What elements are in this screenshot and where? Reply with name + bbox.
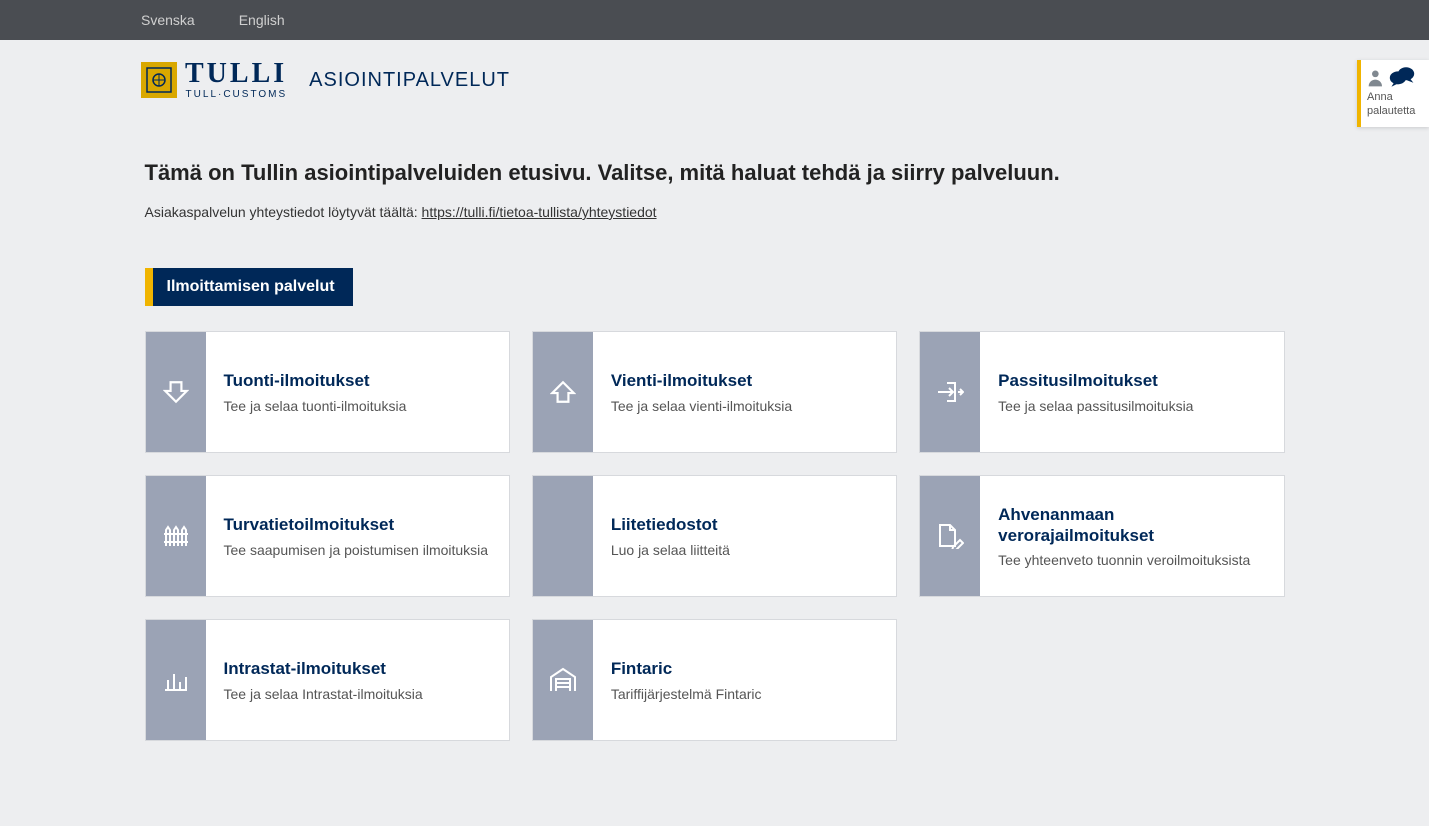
contact-link[interactable]: https://tulli.fi/tietoa-tullista/yhteyst… [422, 204, 657, 220]
page-heading: Tämä on Tullin asiointipalveluiden etusi… [145, 160, 1285, 186]
service-card-title: Fintaric [611, 658, 762, 679]
enter-right-icon [920, 332, 980, 452]
service-card-desc: Tee ja selaa tuonti-ilmoituksia [224, 398, 407, 414]
person-icon [1367, 68, 1387, 88]
service-card[interactable]: Liitetiedostot Luo ja selaa liitteitä [532, 475, 897, 597]
contact-line: Asiakaspalvelun yhteystiedot löytyvät tä… [145, 204, 1285, 220]
service-card[interactable]: Turvatietoilmoitukset Tee saapumisen ja p… [145, 475, 510, 597]
service-card-desc: Tee saapumisen ja poistumisen ilmoituksi… [224, 542, 489, 558]
bar-chart-icon [146, 620, 206, 740]
feedback-line1: Anna [1367, 90, 1423, 104]
arrow-down-icon [146, 332, 206, 452]
topbar: Svenska English [0, 0, 1429, 40]
logo-sub-text: TULL·CUSTOMS [185, 90, 287, 100]
logo[interactable]: TULLI TULL·CUSTOMS [141, 60, 287, 100]
lang-link-english[interactable]: English [239, 12, 285, 28]
service-card-title: Intrastat-ilmoitukset [224, 658, 423, 679]
service-card-desc: Luo ja selaa liitteitä [611, 542, 730, 558]
contact-prefix: Asiakaspalvelun yhteystiedot löytyvät tä… [145, 204, 422, 220]
arrow-up-icon [533, 332, 593, 452]
service-card[interactable]: Intrastat-ilmoitukset Tee ja selaa Intras… [145, 619, 510, 741]
intro-block: Tämä on Tullin asiointipalveluiden etusi… [145, 160, 1285, 220]
service-card-title: Liitetiedostot [611, 514, 730, 535]
service-card-desc: Tee yhteenveto tuonnin veroilmoituksista [998, 552, 1265, 568]
service-card-title: Ahvenanmaan verorajailmoitukset [998, 504, 1265, 547]
service-card-title: Passitusilmoitukset [998, 370, 1193, 391]
service-card-desc: Tee ja selaa Intrastat-ilmoituksia [224, 686, 423, 702]
service-card[interactable]: Tuonti-ilmoitukset Tee ja selaa tuonti-il… [145, 331, 510, 453]
main-container: Tämä on Tullin asiointipalveluiden etusi… [145, 120, 1285, 801]
lang-link-svenska[interactable]: Svenska [141, 12, 195, 28]
service-card-grid: Tuonti-ilmoitukset Tee ja selaa tuonti-il… [145, 331, 1285, 741]
service-card[interactable]: Passitusilmoitukset Tee ja selaa passitus… [919, 331, 1284, 453]
service-card[interactable]: Ahvenanmaan verorajailmoitukset Tee yhtee… [919, 475, 1284, 597]
site-title: ASIOINTIPALVELUT [309, 69, 510, 92]
header: TULLI TULL·CUSTOMS ASIOINTIPALVELUT [0, 40, 1429, 120]
speech-bubble-icon [1389, 66, 1415, 88]
fence-icon [146, 476, 206, 596]
logo-emblem-icon [141, 62, 177, 98]
service-card-desc: Tariffijärjestelmä Fintaric [611, 686, 762, 702]
service-card-desc: Tee ja selaa passitusilmoituksia [998, 398, 1193, 414]
service-card-title: Tuonti-ilmoitukset [224, 370, 407, 391]
logo-main-text: TULLI [185, 60, 287, 88]
section-heading: Ilmoittamisen palvelut [145, 268, 353, 306]
section-title: Ilmoittamisen palvelut [153, 268, 353, 306]
service-card[interactable]: Fintaric Tariffijärjestelmä Fintaric [532, 619, 897, 741]
blank-icon [533, 476, 593, 596]
feedback-line2: palautetta [1367, 104, 1423, 118]
warehouse-icon [533, 620, 593, 740]
service-card-title: Turvatietoilmoitukset [224, 514, 489, 535]
section-accent-bar [145, 268, 153, 306]
feedback-button[interactable]: Anna palautetta [1357, 60, 1429, 127]
service-card[interactable]: Vienti-ilmoitukset Tee ja selaa vienti-il… [532, 331, 897, 453]
file-pen-icon [920, 476, 980, 596]
service-card-desc: Tee ja selaa vienti-ilmoituksia [611, 398, 792, 414]
service-card-title: Vienti-ilmoitukset [611, 370, 792, 391]
